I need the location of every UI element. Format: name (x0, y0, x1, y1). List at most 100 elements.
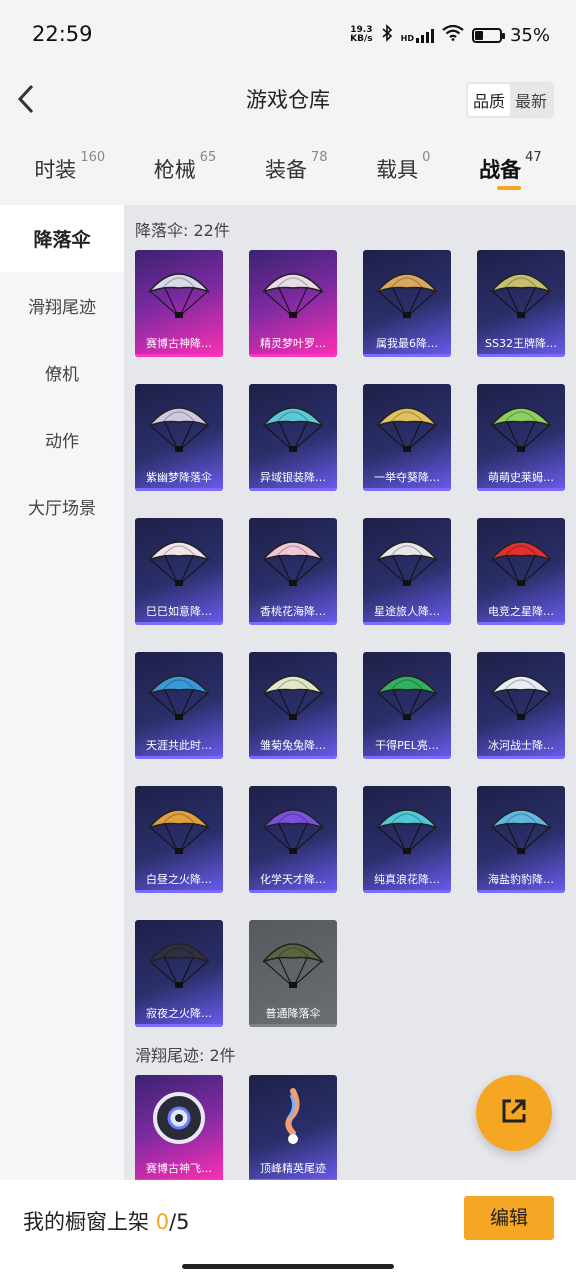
sidebar-item-emote[interactable]: 动作 (0, 406, 124, 473)
rarity-bar (249, 890, 337, 893)
parachute-card[interactable]: 星途旅人降… (363, 518, 451, 625)
item-grid: 降落伞: 22件赛博古神降… 精灵梦叶罗… 属我最6降… SS32王牌降… 紫幽梦降落伞… (124, 205, 576, 1180)
parachute-card[interactable]: 冰河战士降… (477, 652, 565, 759)
rarity-bar (249, 756, 337, 759)
sidebar-item-wingman[interactable]: 僚机 (0, 339, 124, 406)
showcase-status: 我的橱窗上架 0/5 (23, 1206, 190, 1236)
parachute-card[interactable]: 属我最6降… (363, 250, 451, 357)
parachute-card[interactable]: 海盐豹豹降… (477, 786, 565, 893)
parachute-card[interactable]: 寂夜之火降… (135, 920, 223, 1027)
category-tabs: 时装160 枪械65 装备78 载具0 战备47 (0, 140, 576, 200)
network-speed: 19.3 KB/s (350, 26, 372, 44)
tab-count: 65 (199, 150, 217, 165)
clock: 22:59 (32, 22, 93, 46)
parachute-card[interactable]: 雏菊兔兔降… (249, 652, 337, 759)
parachute-card[interactable]: 赛博古神降… (135, 250, 223, 357)
tab-label: 载具 (376, 158, 419, 182)
tab-label: 装备 (264, 158, 307, 182)
rarity-bar (477, 354, 565, 357)
sort-quality-button[interactable]: 品质 (467, 84, 510, 116)
parachute-icon (262, 407, 324, 452)
item-name: 顶峰精英尾迹 (260, 1162, 326, 1175)
tab-label: 战备 (479, 158, 522, 182)
tab-vehicles[interactable]: 载具0 (376, 140, 430, 200)
parachute-icon (148, 675, 210, 720)
parachute-card[interactable]: 纯真浪花降… (363, 786, 451, 893)
parachute-icon (376, 675, 438, 720)
parachute-card[interactable]: 巳巳如意降… (135, 518, 223, 625)
showcase-label: 我的橱窗上架 (23, 1210, 149, 1234)
sidebar-item-glide-trail[interactable]: 滑翔尾迹 (0, 272, 124, 339)
parachute-card[interactable]: 异域银装降… (249, 384, 337, 491)
parachute-icon (262, 273, 324, 318)
parachute-card[interactable]: 精灵梦叶罗… (249, 250, 337, 357)
rarity-bar (363, 354, 451, 357)
parachute-icon (148, 943, 210, 988)
parachute-card[interactable]: 萌萌史莱姆… (477, 384, 565, 491)
bluetooth-icon (381, 24, 393, 46)
showcase-total: /5 (169, 1210, 190, 1234)
sidebar: 降落伞 滑翔尾迹 僚机 动作 大厅场景 (0, 205, 124, 1180)
share-external-icon (499, 1096, 529, 1130)
sort-toggle: 品质 最新 (465, 82, 554, 118)
parachute-icon (376, 541, 438, 586)
parachute-card[interactable]: 普通降落伞 (249, 920, 337, 1027)
rarity-bar (135, 890, 223, 893)
rarity-bar (477, 622, 565, 625)
parachute-card[interactable]: 干得PEL亮… (363, 652, 451, 759)
rarity-bar (249, 622, 337, 625)
rarity-bar (249, 488, 337, 491)
trail-icon (285, 1088, 300, 1144)
sort-newest-button[interactable]: 最新 (510, 84, 552, 116)
home-indicator[interactable] (182, 1264, 394, 1269)
showcase-count: 0 (155, 1210, 170, 1234)
parachute-icon (262, 809, 324, 854)
glide-trail-card[interactable]: 赛博古神飞… (135, 1075, 223, 1180)
tab-equipment[interactable]: 装备78 (265, 140, 328, 200)
rarity-bar (477, 756, 565, 759)
parachute-icon (490, 273, 552, 318)
section-title: 降落伞: 22件 (135, 221, 230, 240)
glide-trail-card[interactable]: 顶峰精英尾迹 (249, 1075, 337, 1180)
tab-count: 47 (525, 150, 542, 165)
tab-count: 160 (80, 150, 106, 165)
tab-combat-supplies[interactable]: 战备47 (479, 140, 542, 200)
bottom-bar: 我的橱窗上架 0/5 编辑 (0, 1180, 576, 1280)
parachute-icon (376, 809, 438, 854)
signal-icon: HD (401, 27, 434, 43)
tab-count: 0 (422, 150, 431, 165)
hd-badge: HD (400, 34, 414, 43)
wifi-icon (442, 24, 464, 45)
parachute-card[interactable]: 一举夺葵降… (363, 384, 451, 491)
battery-percent: 35% (509, 24, 550, 46)
sidebar-item-lobby-scene[interactable]: 大厅场景 (0, 473, 124, 540)
share-button[interactable] (476, 1075, 552, 1151)
parachute-card[interactable]: 电竞之星降… (477, 518, 565, 625)
rarity-bar (135, 488, 223, 491)
edit-button[interactable]: 编辑 (464, 1196, 554, 1240)
tab-fashion[interactable]: 时装160 (34, 140, 105, 200)
parachute-icon (148, 541, 210, 586)
parachute-icon (376, 407, 438, 452)
parachute-card[interactable]: SS32王牌降… (477, 250, 565, 357)
rarity-bar (477, 890, 565, 893)
sidebar-item-parachute[interactable]: 降落伞 (0, 205, 124, 272)
parachute-icon (148, 273, 210, 318)
rarity-bar (363, 622, 451, 625)
parachute-card[interactable]: 白昼之火降… (135, 786, 223, 893)
status-icons: 19.3 KB/s HD 35% (350, 24, 550, 46)
tab-label: 枪械 (153, 158, 196, 182)
rarity-bar (135, 354, 223, 357)
parachute-icon (490, 675, 552, 720)
section-title: 滑翔尾迹: 2件 (135, 1046, 236, 1065)
parachute-card[interactable]: 紫幽梦降落伞 (135, 384, 223, 491)
rarity-bar (363, 756, 451, 759)
parachute-icon (376, 273, 438, 318)
tab-guns[interactable]: 枪械65 (154, 140, 217, 200)
parachute-icon (490, 541, 552, 586)
parachute-card[interactable]: 香桃花海降… (249, 518, 337, 625)
parachute-icon (490, 809, 552, 854)
parachute-icon (262, 541, 324, 586)
parachute-card[interactable]: 化学天才降… (249, 786, 337, 893)
parachute-card[interactable]: 天涯共此时… (135, 652, 223, 759)
